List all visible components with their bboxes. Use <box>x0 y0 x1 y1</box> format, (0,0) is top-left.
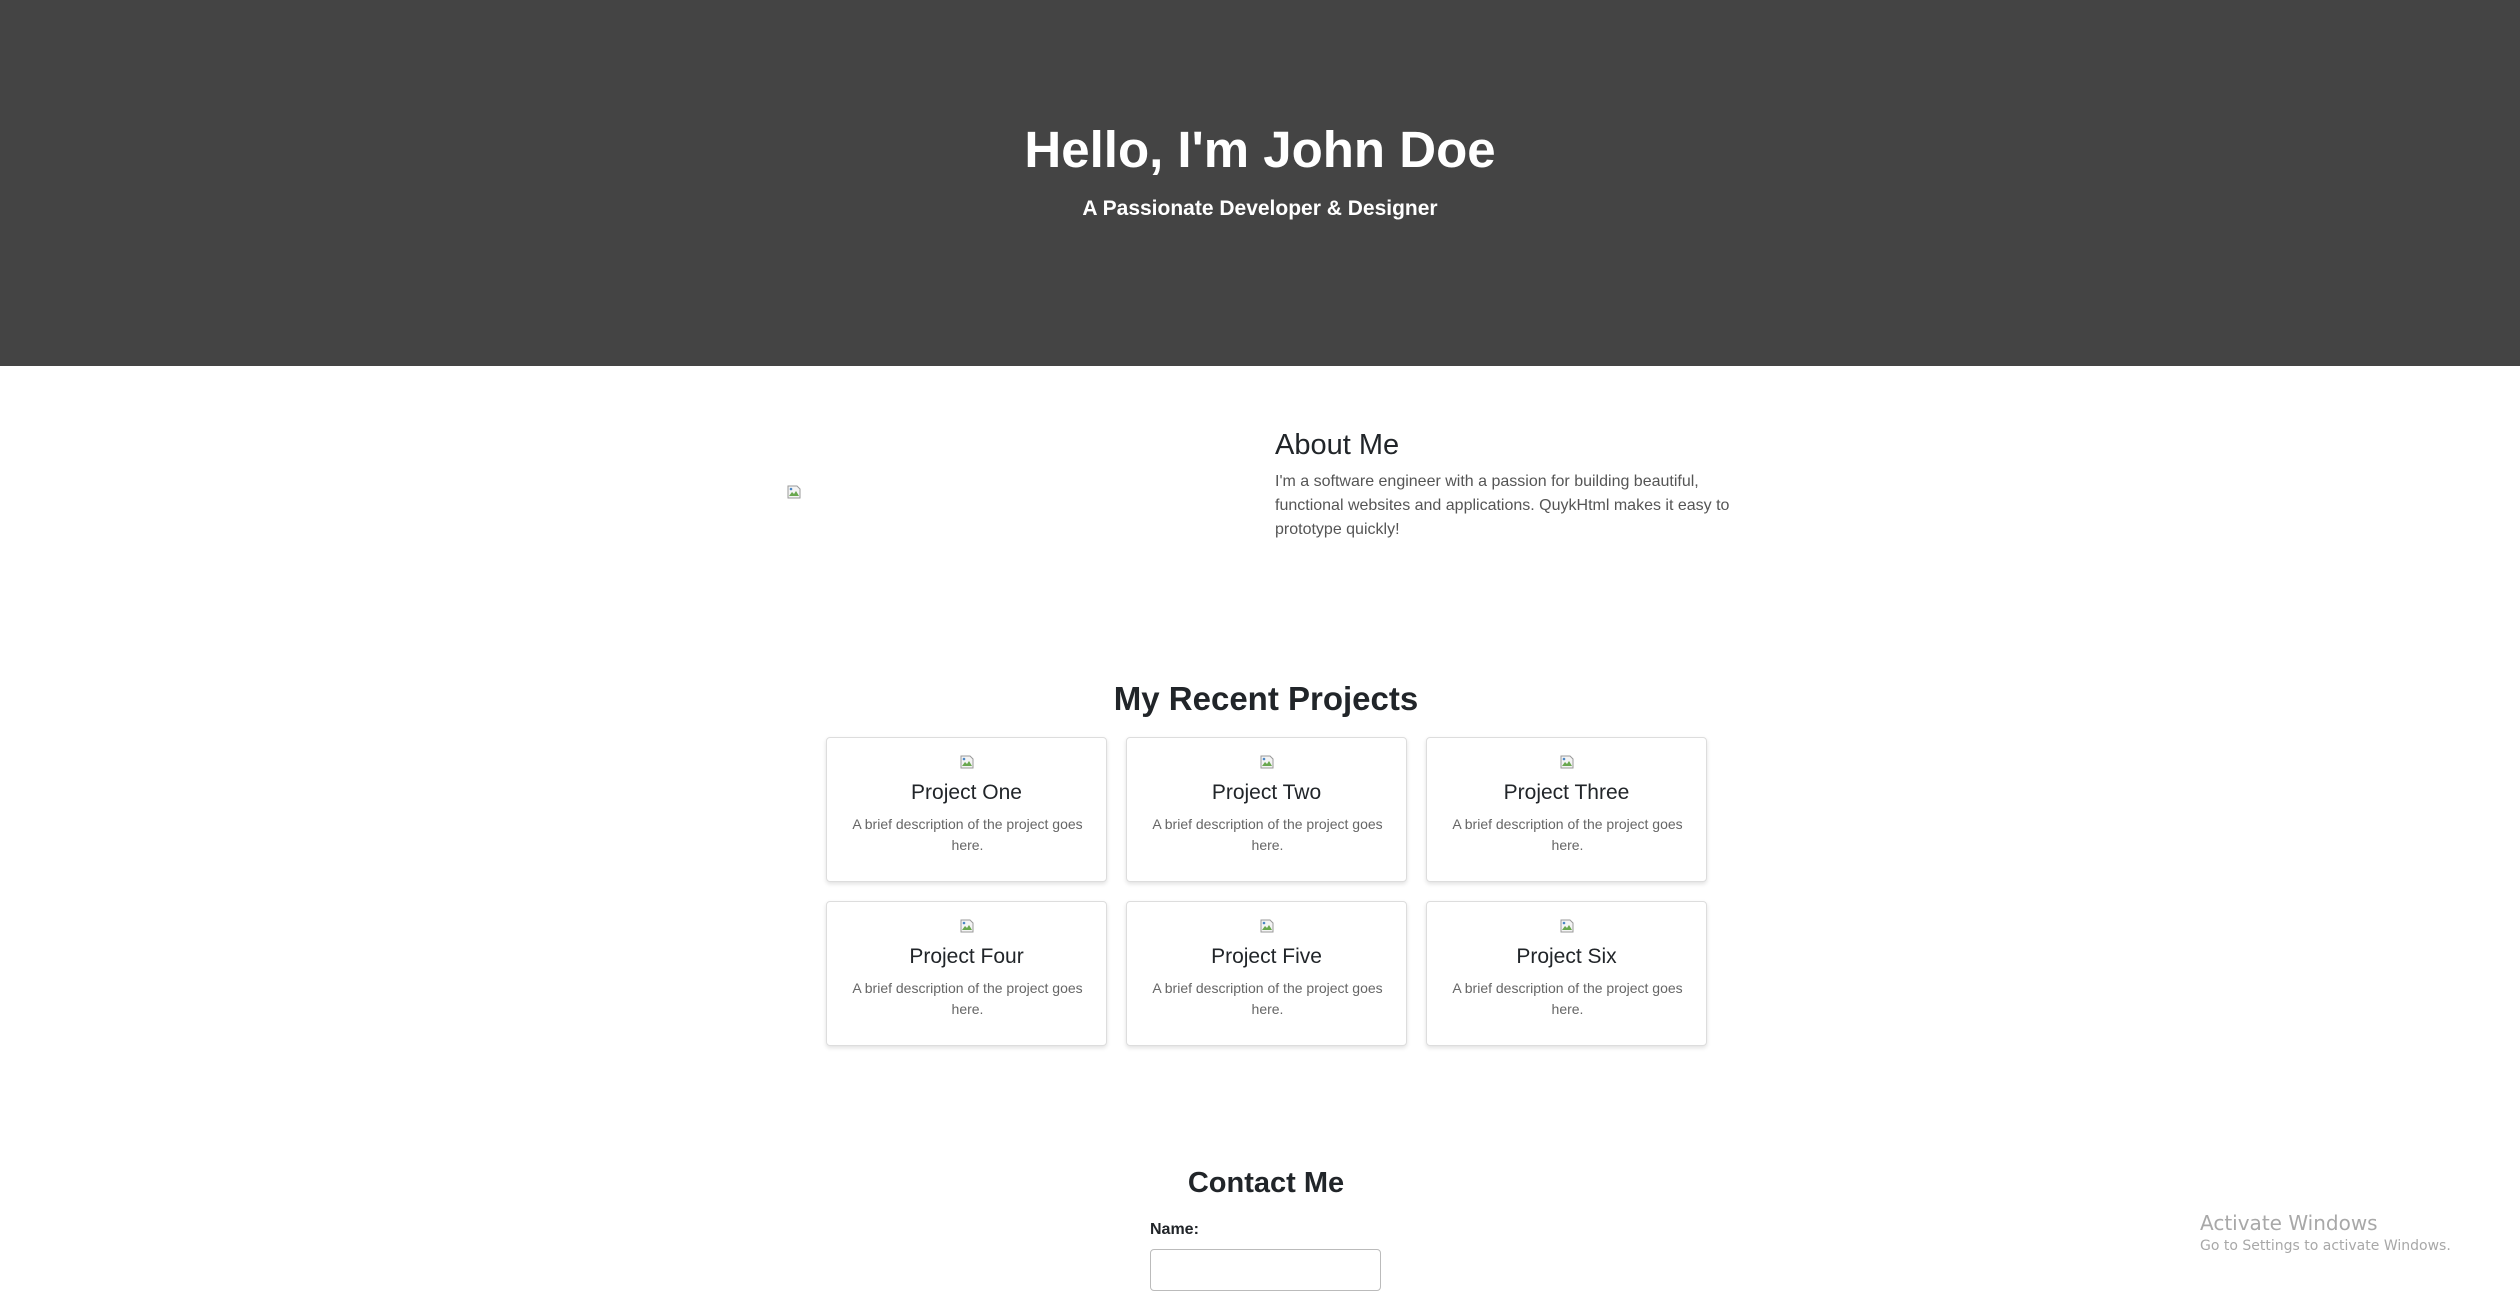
project-name: Project One <box>911 781 1022 804</box>
hero-banner: Hello, I'm John Doe A Passionate Develop… <box>0 0 2520 366</box>
project-card[interactable]: Project One A brief description of the p… <box>826 737 1107 882</box>
watermark-subtitle: Go to Settings to activate Windows. <box>2200 1238 2451 1254</box>
broken-image-icon <box>959 918 975 934</box>
project-description: A brief description of the project goes … <box>1452 980 1683 1017</box>
broken-image-icon <box>959 754 975 770</box>
project-description: A brief description of the project goes … <box>1452 816 1683 853</box>
project-description: A brief description of the project goes … <box>852 980 1083 1017</box>
about-title: About Me <box>1275 429 1400 461</box>
name-input[interactable] <box>1150 1249 1381 1291</box>
hero-title: Hello, I'm John Doe <box>1024 121 1496 178</box>
project-card[interactable]: Project Four A brief description of the … <box>826 901 1107 1046</box>
project-name: Project Five <box>1211 945 1322 968</box>
windows-activation-watermark: Activate Windows Go to Settings to activ… <box>2200 1210 2451 1256</box>
watermark-title: Activate Windows <box>2200 1211 2378 1235</box>
project-name: Project Four <box>909 945 1024 968</box>
broken-image-icon <box>1259 754 1275 770</box>
project-card[interactable]: Project Six A brief description of the p… <box>1426 901 1707 1046</box>
about-text: I'm a software engineer with a passion f… <box>1275 473 1730 538</box>
project-name: Project Two <box>1211 781 1322 804</box>
project-name: Project Six <box>1516 945 1617 968</box>
broken-image-icon <box>1559 754 1575 770</box>
projects-title: My Recent Projects <box>1113 680 1419 717</box>
broken-image-icon <box>1559 918 1575 934</box>
project-card[interactable]: Project Two A brief description of the p… <box>1126 737 1407 882</box>
project-card[interactable]: Project Five A brief description of the … <box>1126 901 1407 1046</box>
project-description: A brief description of the project goes … <box>852 816 1083 853</box>
contact-title: Contact Me <box>1187 1167 1345 1199</box>
broken-image-icon <box>786 484 802 500</box>
project-description: A brief description of the project goes … <box>1152 980 1383 1017</box>
project-card[interactable]: Project Three A brief description of the… <box>1426 737 1707 882</box>
hero-subtitle: A Passionate Developer & Designer <box>1082 197 1438 220</box>
name-label: Name: <box>1150 1221 1199 1238</box>
project-description: A brief description of the project goes … <box>1152 816 1383 853</box>
broken-image-icon <box>1259 918 1275 934</box>
project-name: Project Three <box>1503 781 1630 804</box>
